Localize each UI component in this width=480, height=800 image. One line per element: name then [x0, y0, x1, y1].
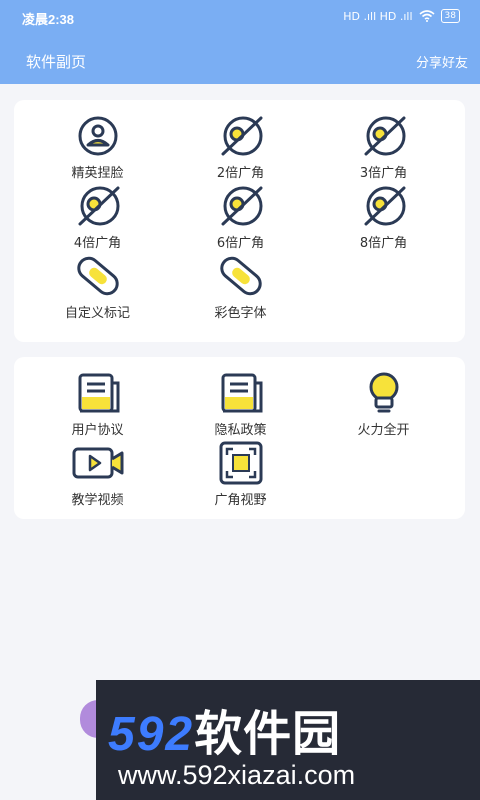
watermark-digits: 592: [108, 708, 195, 761]
status-time: 凌晨2:38: [22, 12, 75, 27]
feature-item-label: 8倍广角: [359, 236, 408, 251]
feature-item-label: 精英捏脸: [71, 166, 124, 181]
hidden-eye-icon: [356, 184, 412, 228]
frame-icon: [213, 441, 269, 485]
settings-item-label: 隐私政策: [214, 423, 267, 438]
video-icon: [70, 441, 126, 485]
settings-item-label: 火力全开: [357, 423, 410, 438]
share-friends-button[interactable]: 分享好友: [416, 52, 468, 71]
link-icon: [213, 254, 269, 298]
watermark-banner: 592软件园 www.592xiazai.com: [96, 680, 480, 800]
feature-card-2: 用户协议 隐私政策 火力全开教学视频 广角视野: [14, 357, 465, 519]
feature-item-3[interactable]: 3倍广角: [312, 114, 455, 184]
status-indicators: HD .ıll HD .ıll 38: [343, 9, 460, 23]
hidden-eye-icon: [213, 184, 269, 228]
document-icon: [70, 371, 126, 415]
signal-icon: HD .ıll HD .ıll: [343, 9, 413, 23]
document-icon: [213, 371, 269, 415]
settings-item-label: 教学视频: [71, 493, 124, 508]
feature-grid-1: 精英捏脸 2倍广角 3倍广角 4倍广角 6倍广角 8倍广角自定义标记 彩色字体: [14, 114, 465, 324]
watermark-url: www.592xiazai.com: [118, 760, 356, 790]
settings-item-label: 用户协议: [71, 423, 124, 438]
watermark-cn: 软件园: [194, 708, 342, 761]
feature-item-7[interactable]: 自定义标记: [26, 254, 169, 324]
status-bar: 凌晨2:38 HD .ıll HD .ıll 38: [0, 0, 480, 36]
settings-item-label: 广角视野: [214, 493, 267, 508]
feature-item-label: 彩色字体: [214, 306, 267, 321]
battery-icon: 38: [440, 9, 460, 23]
feature-item-6[interactable]: 8倍广角: [312, 184, 455, 254]
settings-item-4[interactable]: 教学视频: [26, 441, 169, 511]
feature-item-label: 4倍广角: [73, 236, 122, 251]
settings-item-3[interactable]: 火力全开: [312, 371, 455, 441]
feature-item-8[interactable]: 彩色字体: [169, 254, 312, 324]
link-icon: [70, 254, 126, 298]
feature-item-label: 3倍广角: [359, 166, 408, 181]
settings-item-1[interactable]: 用户协议: [26, 371, 169, 441]
hidden-eye-icon: [70, 184, 126, 228]
feature-item-2[interactable]: 2倍广角: [169, 114, 312, 184]
feature-item-4[interactable]: 4倍广角: [26, 184, 169, 254]
hidden-eye-icon: [356, 114, 412, 158]
face-icon: [70, 114, 126, 158]
app-bar: 软件副页 分享好友: [0, 36, 480, 84]
settings-item-5[interactable]: 广角视野: [169, 441, 312, 511]
hidden-eye-icon: [213, 114, 269, 158]
watermark-logo: 592软件园: [108, 694, 341, 764]
feature-item-5[interactable]: 6倍广角: [169, 184, 312, 254]
feature-grid-2: 用户协议 隐私政策 火力全开教学视频 广角视野: [14, 371, 465, 511]
feature-item-1[interactable]: 精英捏脸: [26, 114, 169, 184]
settings-item-2[interactable]: 隐私政策: [169, 371, 312, 441]
feature-item-label: 2倍广角: [216, 166, 265, 181]
wifi-icon: [419, 10, 435, 22]
feature-item-label: 自定义标记: [64, 306, 130, 321]
feature-item-label: 6倍广角: [216, 236, 265, 251]
feature-card-1: 精英捏脸 2倍广角 3倍广角 4倍广角 6倍广角 8倍广角自定义标记 彩色字体: [14, 100, 465, 342]
page-title: 软件副页: [26, 53, 87, 71]
bulb-icon: [356, 371, 412, 415]
